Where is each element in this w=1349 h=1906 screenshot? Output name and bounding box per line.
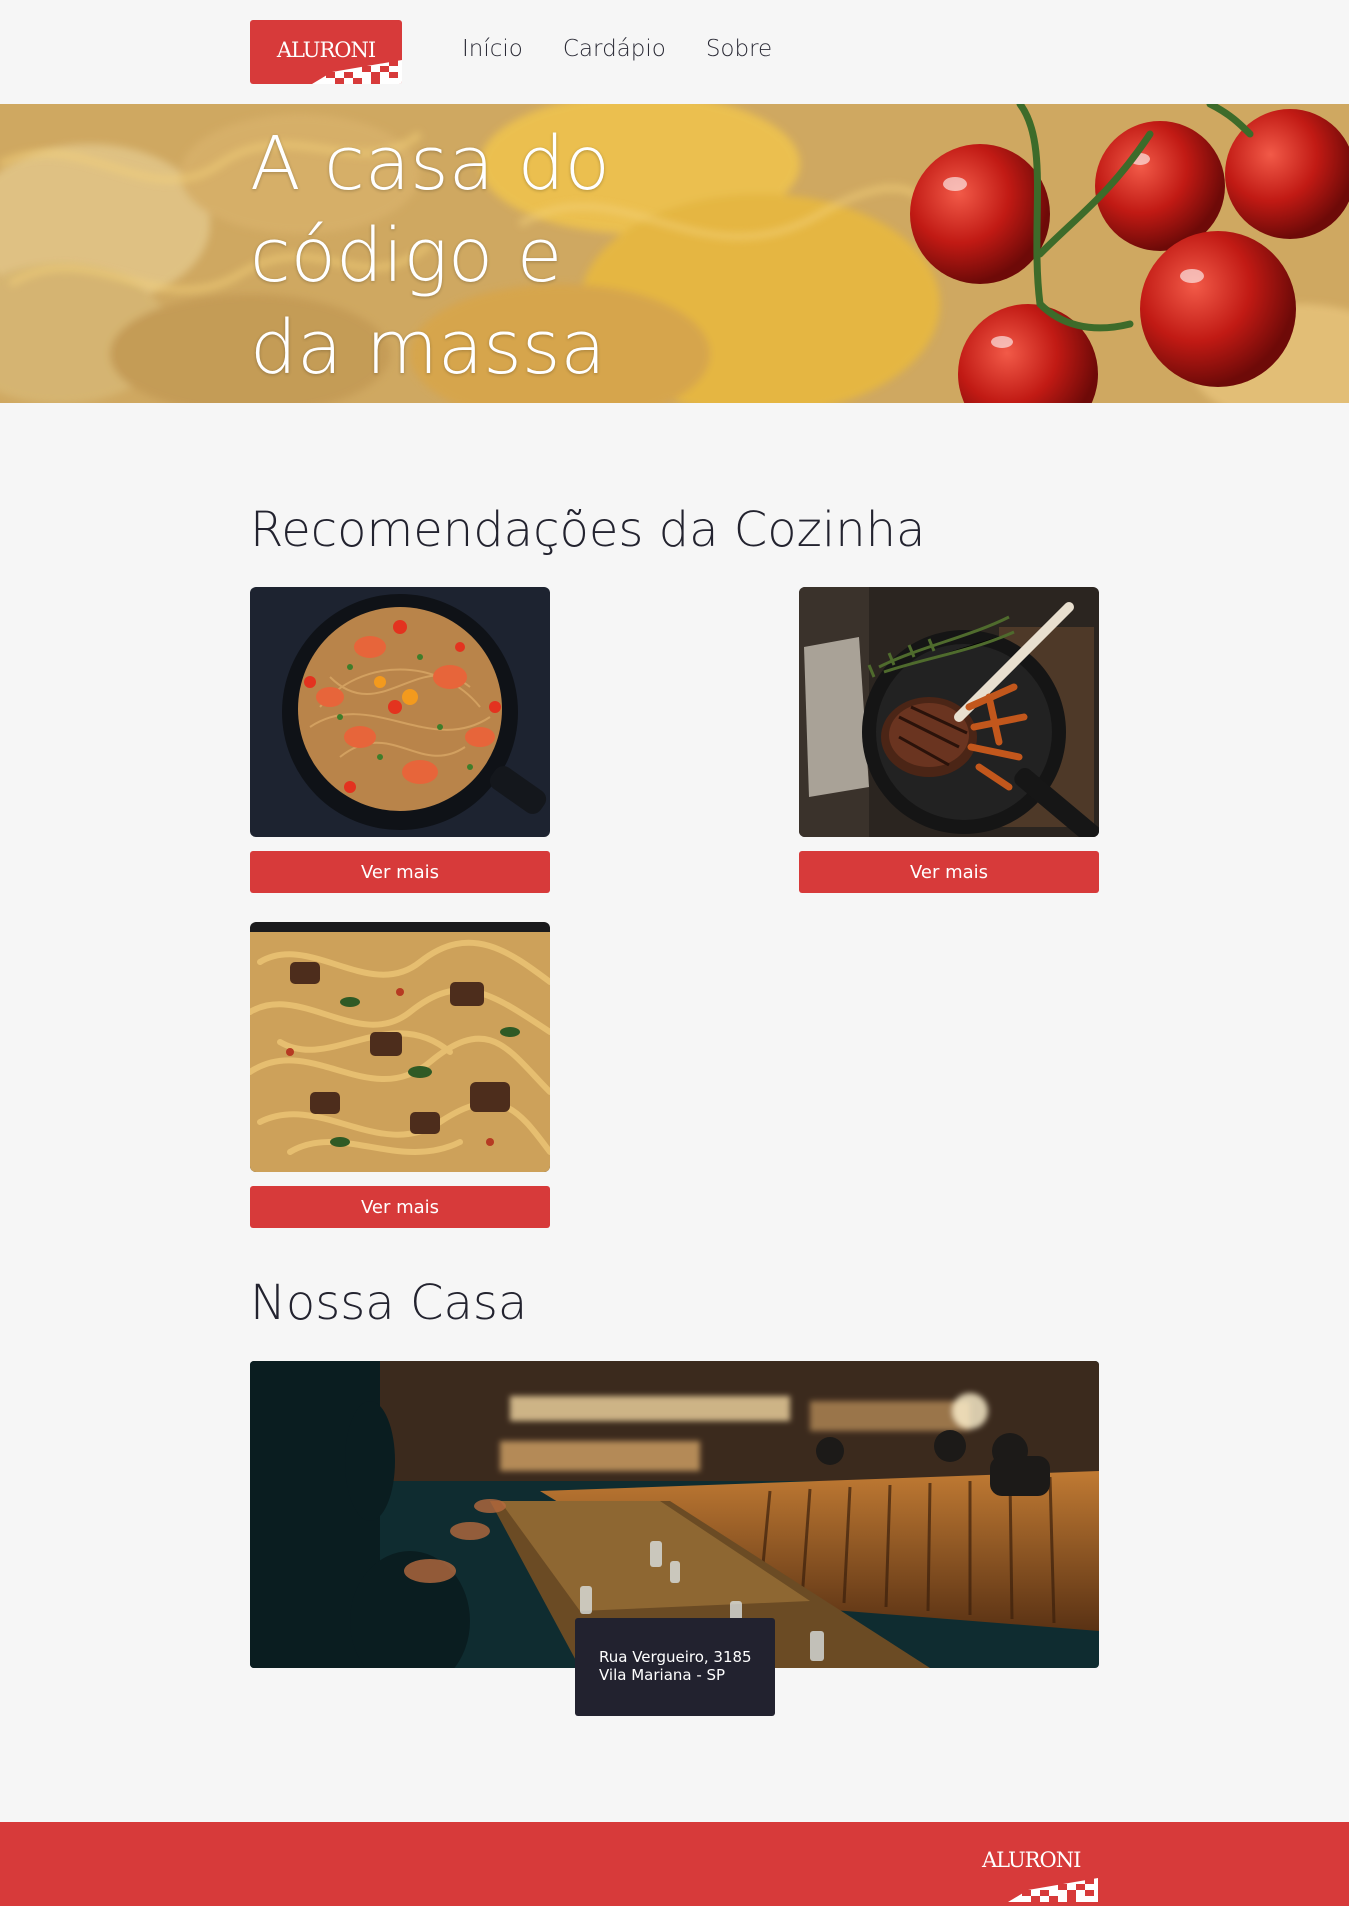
dish-card: Ver mais (250, 922, 550, 1228)
site-header: ALURONI Início Cardápio Sobre (0, 0, 1349, 104)
address-neighborhood: Vila Mariana - SP (599, 1666, 726, 1684)
nav-item-sobre[interactable]: Sobre (706, 36, 772, 62)
hero-title: A casa do código e da massa (250, 121, 610, 391)
checkered-flag-icon (312, 60, 402, 84)
nav-item-cardapio[interactable]: Cardápio (563, 36, 666, 62)
fettuccine-with-meat-photo (250, 922, 550, 1172)
ver-mais-button[interactable]: Ver mais (799, 851, 1099, 893)
dish-card: Ver mais (250, 587, 550, 893)
ver-mais-button[interactable]: Ver mais (250, 1186, 550, 1228)
steak-with-fries-skillet-photo (799, 587, 1099, 837)
footer-brand-logo[interactable]: ALURONI (980, 1848, 1100, 1906)
hero-banner: A casa do código e da massa (0, 104, 1349, 403)
footer-brand-logo-text: ALURONI (982, 1848, 1081, 1872)
address-street: Rua Vergueiro, 3185 (599, 1648, 752, 1666)
recommendations-title: Recomendações da Cozinha (250, 502, 926, 558)
nossa-casa-title: Nossa Casa (250, 1275, 528, 1331)
site-footer: ALURONI (0, 1822, 1349, 1906)
address-box: Rua Vergueiro, 3185 Vila Mariana - SP (575, 1618, 775, 1716)
dish-card: Ver mais (799, 587, 1099, 893)
ver-mais-button[interactable]: Ver mais (250, 851, 550, 893)
nav-item-inicio[interactable]: Início (462, 36, 523, 62)
shrimp-spaghetti-pan-photo (250, 587, 550, 837)
checkered-flag-icon (1008, 1878, 1098, 1902)
main-nav: Início Cardápio Sobre (462, 36, 772, 62)
brand-logo[interactable]: ALURONI (250, 20, 402, 84)
pasta-tomato-hero-photo (0, 104, 1349, 403)
